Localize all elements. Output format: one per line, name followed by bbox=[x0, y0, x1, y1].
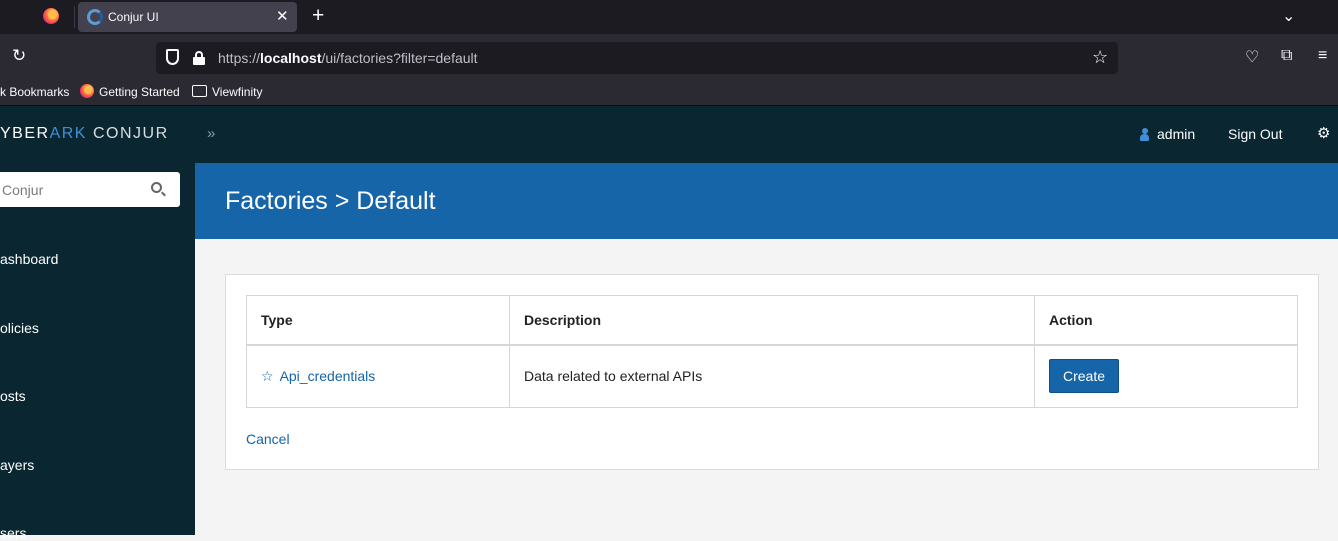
extensions-icon[interactable]: ⧉ bbox=[1281, 47, 1292, 65]
browser-tab-bar: Conjur UI ✕ + ⌄ bbox=[0, 0, 1338, 34]
tab-close-icon[interactable]: ✕ bbox=[276, 7, 289, 25]
bookmarks-toolbar: k Bookmarks Getting Started Viewfinity bbox=[0, 78, 1338, 106]
factories-table: Type Description Action ☆ Api_credentials… bbox=[246, 295, 1298, 408]
type-cell: ☆ Api_credentials bbox=[246, 344, 510, 408]
tab-title: Conjur UI bbox=[108, 10, 159, 24]
conjur-favicon-icon bbox=[87, 9, 103, 25]
factories-card: Type Description Action ☆ Api_credentials… bbox=[225, 274, 1319, 470]
chevron-down-icon[interactable]: ⌄ bbox=[1282, 6, 1295, 26]
table-header-row: Type Description Action bbox=[246, 295, 1298, 346]
page-banner: Factories > Default bbox=[195, 163, 1338, 239]
app-header: YBERARK CONJUR » admin Sign Out ⚙ bbox=[0, 106, 1338, 163]
new-tab-icon[interactable]: + bbox=[312, 4, 324, 28]
sidebar-item-users[interactable]: sers bbox=[0, 525, 26, 541]
description-cell: Data related to external APIs bbox=[509, 344, 1035, 408]
sidebar-toggle-icon[interactable]: » bbox=[207, 125, 215, 142]
folder-icon bbox=[192, 85, 207, 97]
reload-icon[interactable]: ↻ bbox=[12, 46, 26, 66]
bookmark-other[interactable]: k Bookmarks bbox=[0, 85, 69, 99]
address-bar[interactable]: https://localhost/ui/factories?filter=de… bbox=[156, 42, 1118, 74]
page-title: Factories > Default bbox=[225, 187, 436, 215]
browser-nav-bar: ↻ https://localhost/ui/factories?filter=… bbox=[0, 34, 1338, 78]
sidebar: Conjur ashboard olicies osts ayers sers bbox=[0, 163, 195, 541]
user-icon bbox=[1140, 128, 1149, 141]
pocket-icon[interactable]: ♡ bbox=[1245, 47, 1259, 67]
search-input[interactable]: Conjur bbox=[0, 172, 180, 207]
create-button[interactable]: Create bbox=[1049, 359, 1120, 394]
cyberark-logo[interactable]: YBERARK CONJUR bbox=[0, 125, 169, 143]
cancel-link[interactable]: Cancel bbox=[246, 431, 290, 447]
firefox-icon[interactable] bbox=[43, 8, 59, 24]
bookmark-getting-started[interactable]: Getting Started bbox=[99, 85, 180, 99]
shield-icon[interactable] bbox=[166, 49, 179, 65]
search-placeholder: Conjur bbox=[2, 182, 44, 198]
star-icon: ☆ bbox=[261, 367, 274, 384]
username[interactable]: admin bbox=[1157, 126, 1195, 142]
table-row: ☆ Api_credentials Data related to externa… bbox=[246, 344, 1298, 408]
sidebar-item-dashboard[interactable]: ashboard bbox=[0, 251, 58, 267]
bookmark-viewfinity[interactable]: Viewfinity bbox=[212, 85, 262, 99]
column-header-action: Action bbox=[1034, 295, 1298, 346]
sidebar-item-hosts[interactable]: osts bbox=[0, 388, 26, 404]
action-cell: Create bbox=[1034, 344, 1298, 408]
menu-icon[interactable]: ≡ bbox=[1318, 47, 1327, 65]
browser-tab-active[interactable]: Conjur UI ✕ bbox=[78, 2, 297, 32]
sidebar-item-layers[interactable]: ayers bbox=[0, 457, 34, 473]
bookmark-star-icon[interactable]: ☆ bbox=[1092, 47, 1108, 68]
tab-separator bbox=[74, 6, 75, 28]
search-icon[interactable] bbox=[151, 182, 162, 193]
lock-icon[interactable] bbox=[193, 51, 205, 65]
column-header-type: Type bbox=[246, 295, 510, 346]
url-text[interactable]: https://localhost/ui/factories?filter=de… bbox=[218, 50, 478, 66]
firefox-icon bbox=[80, 84, 94, 98]
gear-icon[interactable]: ⚙ bbox=[1317, 124, 1330, 142]
column-header-description: Description bbox=[509, 295, 1035, 346]
sign-out-link[interactable]: Sign Out bbox=[1228, 126, 1282, 142]
sidebar-item-policies[interactable]: olicies bbox=[0, 320, 39, 336]
factory-type-link[interactable]: Api_credentials bbox=[280, 368, 376, 384]
